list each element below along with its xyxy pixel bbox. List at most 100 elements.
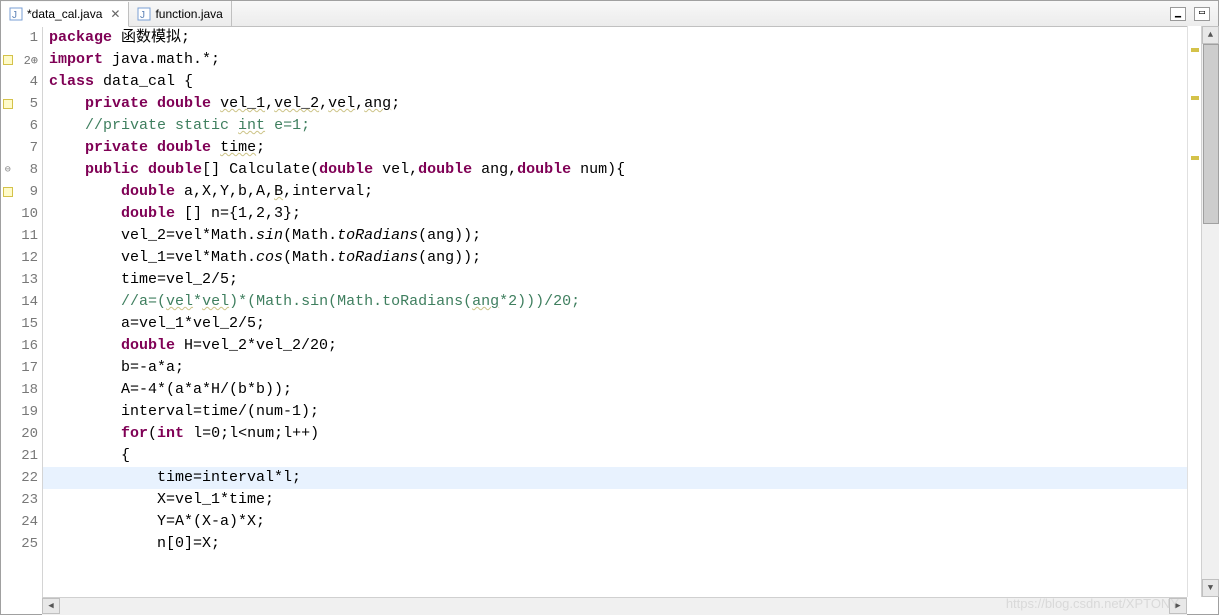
ruler-warning-marker[interactable] bbox=[1191, 156, 1199, 160]
code-line[interactable]: b=-a*a; bbox=[43, 357, 1218, 379]
code-token: java.math.*; bbox=[103, 51, 220, 68]
line-number: 18 bbox=[15, 382, 42, 398]
warning-icon[interactable] bbox=[3, 99, 13, 109]
code-line[interactable]: double [] n={1,2,3}; bbox=[43, 203, 1218, 225]
code-line[interactable]: public double[] Calculate(double vel,dou… bbox=[43, 159, 1218, 181]
code-token: class bbox=[49, 73, 94, 90]
code-token bbox=[49, 205, 121, 222]
line-number: 13 bbox=[15, 272, 42, 288]
scroll-thumb[interactable] bbox=[1203, 44, 1219, 224]
code-line[interactable]: import java.math.*; bbox=[43, 49, 1218, 71]
code-token: double bbox=[157, 95, 211, 112]
code-token: sin bbox=[256, 227, 283, 244]
code-token: , bbox=[265, 95, 274, 112]
code-token: vel bbox=[328, 95, 355, 112]
fold-icon[interactable]: ⊖ bbox=[5, 164, 11, 176]
scroll-up-arrow[interactable]: ▲ bbox=[1202, 26, 1219, 44]
code-line[interactable]: X=vel_1*time; bbox=[43, 489, 1218, 511]
code-token: [] Calculate( bbox=[202, 161, 319, 178]
code-token: //private static bbox=[85, 117, 238, 134]
code-token: * bbox=[193, 293, 202, 310]
tab-data-cal[interactable]: J *data_cal.java ✕ bbox=[1, 2, 129, 27]
code-token: package bbox=[49, 29, 112, 46]
line-number: 8 bbox=[15, 162, 42, 178]
code-area[interactable]: package 函数模拟;import java.math.*;class da… bbox=[43, 27, 1218, 614]
code-line[interactable]: private double vel_1,vel_2,vel,ang; bbox=[43, 93, 1218, 115]
warning-icon[interactable] bbox=[3, 55, 13, 65]
close-icon[interactable]: ✕ bbox=[110, 7, 120, 21]
code-line[interactable]: package 函数模拟; bbox=[43, 27, 1218, 49]
code-token bbox=[148, 139, 157, 156]
code-token: ( bbox=[148, 425, 157, 442]
code-token: vel bbox=[166, 293, 193, 310]
code-line[interactable]: interval=time/(num-1); bbox=[43, 401, 1218, 423]
java-file-icon: J bbox=[9, 7, 23, 21]
maximize-button[interactable]: ▭ bbox=[1194, 7, 1210, 21]
code-line[interactable]: n[0]=X; bbox=[43, 533, 1218, 555]
scroll-right-arrow[interactable]: ▶ bbox=[1169, 598, 1187, 614]
code-line[interactable]: { bbox=[43, 445, 1218, 467]
code-token: double bbox=[121, 337, 175, 354]
vertical-scrollbar[interactable]: ▲ ▼ bbox=[1201, 26, 1219, 597]
svg-text:J: J bbox=[12, 10, 17, 21]
code-token: (ang)); bbox=[418, 249, 481, 266]
code-token: vel_2 bbox=[274, 95, 319, 112]
code-line[interactable]: a=vel_1*vel_2/5; bbox=[43, 313, 1218, 335]
line-number: 4 bbox=[15, 74, 42, 90]
code-line[interactable]: Y=A*(X-a)*X; bbox=[43, 511, 1218, 533]
tab-function[interactable]: J function.java bbox=[129, 1, 231, 26]
gutter-row: 7 bbox=[1, 137, 42, 159]
code-token: (ang)); bbox=[418, 227, 481, 244]
code-line[interactable]: class data_cal { bbox=[43, 71, 1218, 93]
code-line[interactable]: vel_1=vel*Math.cos(Math.toRadians(ang)); bbox=[43, 247, 1218, 269]
code-line[interactable]: A=-4*(a*a*H/(b*b)); bbox=[43, 379, 1218, 401]
code-token: cos bbox=[256, 249, 283, 266]
code-line[interactable]: double H=vel_2*vel_2/20; bbox=[43, 335, 1218, 357]
code-line[interactable]: //private static int e=1; bbox=[43, 115, 1218, 137]
gutter-row: 16 bbox=[1, 335, 42, 357]
code-line[interactable]: private double time; bbox=[43, 137, 1218, 159]
code-line[interactable]: for(int l=0;l<num;l++) bbox=[43, 423, 1218, 445]
code-token: (Math. bbox=[283, 249, 337, 266]
gutter-row: 9 bbox=[1, 181, 42, 203]
line-number: 24 bbox=[15, 514, 42, 530]
editor-window: J *data_cal.java ✕ J function.java ▁ ▭ 1… bbox=[0, 0, 1219, 615]
warning-icon[interactable] bbox=[3, 187, 13, 197]
code-token bbox=[49, 117, 85, 134]
gutter-row: 2⊕ bbox=[1, 49, 42, 71]
gutter-row: 13 bbox=[1, 269, 42, 291]
code-token: A=-4*(a*a*H/(b*b)); bbox=[49, 381, 292, 398]
code-line[interactable]: time=vel_2/5; bbox=[43, 269, 1218, 291]
code-token: time bbox=[220, 139, 256, 156]
line-number: 2⊕ bbox=[15, 53, 42, 68]
gutter-row: 17 bbox=[1, 357, 42, 379]
gutter-row: 14 bbox=[1, 291, 42, 313]
ruler-warning-marker[interactable] bbox=[1191, 48, 1199, 52]
scroll-left-arrow[interactable]: ◀ bbox=[42, 598, 60, 614]
ruler-warning-marker[interactable] bbox=[1191, 96, 1199, 100]
minimize-button[interactable]: ▁ bbox=[1170, 7, 1186, 21]
code-token bbox=[148, 95, 157, 112]
code-token: ,interval; bbox=[283, 183, 373, 200]
code-token: public bbox=[85, 161, 139, 178]
scroll-down-arrow[interactable]: ▼ bbox=[1202, 579, 1219, 597]
gutter-row: 5 bbox=[1, 93, 42, 115]
code-token: e=1; bbox=[265, 117, 310, 134]
code-line[interactable]: double a,X,Y,b,A,B,interval; bbox=[43, 181, 1218, 203]
code-line[interactable]: vel_2=vel*Math.sin(Math.toRadians(ang)); bbox=[43, 225, 1218, 247]
code-token: double bbox=[121, 183, 175, 200]
gutter-row: 18 bbox=[1, 379, 42, 401]
code-token: vel_2=vel*Math. bbox=[49, 227, 256, 244]
code-token: Y=A*(X-a)*X; bbox=[49, 513, 265, 530]
overview-ruler[interactable] bbox=[1187, 26, 1201, 597]
line-number: 19 bbox=[15, 404, 42, 420]
code-token: a=vel_1*vel_2/5; bbox=[49, 315, 265, 332]
code-token: 函数模拟; bbox=[112, 29, 190, 46]
code-token bbox=[49, 183, 121, 200]
horizontal-scrollbar[interactable]: ◀ ▶ bbox=[42, 597, 1187, 615]
code-line[interactable]: //a=(vel*vel)*(Math.sin(Math.toRadians(a… bbox=[43, 291, 1218, 313]
tab-bar: J *data_cal.java ✕ J function.java ▁ ▭ bbox=[1, 1, 1218, 27]
code-line[interactable]: time=interval*l; bbox=[43, 467, 1218, 489]
code-token: ; bbox=[256, 139, 265, 156]
code-token: ; bbox=[391, 95, 400, 112]
